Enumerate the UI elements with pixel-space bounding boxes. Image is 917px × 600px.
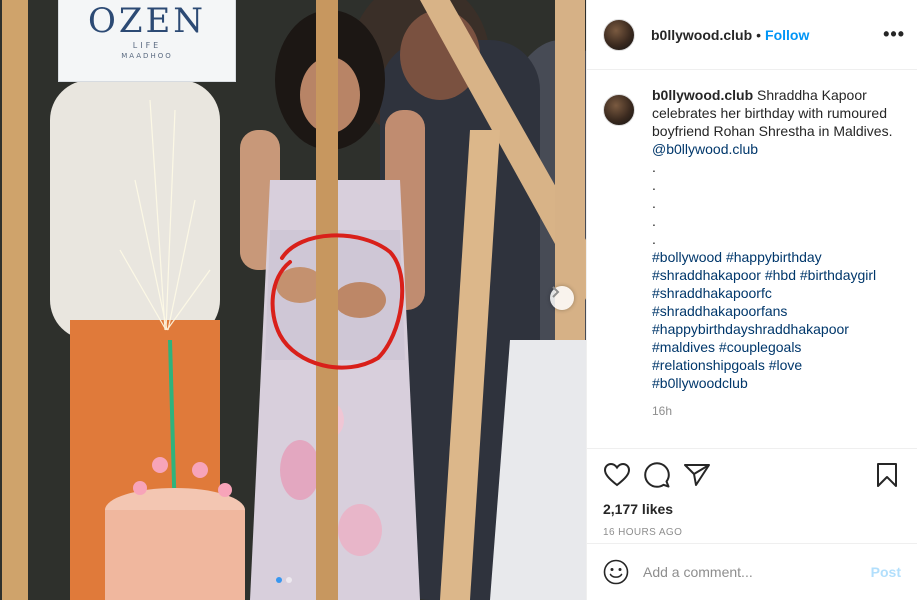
like-button[interactable] bbox=[597, 455, 637, 495]
hashtag-line[interactable]: #relationshipgoals #love bbox=[652, 356, 903, 374]
post-comment-button[interactable]: Post bbox=[871, 564, 901, 580]
comment-button[interactable] bbox=[637, 455, 677, 495]
caption-block: b0llywood.club Shraddha Kapoor celebrate… bbox=[603, 86, 903, 420]
caption-dot: . bbox=[652, 177, 656, 193]
hashtag-line[interactable]: #happybirthdayshraddhakapoor bbox=[652, 320, 903, 338]
sign-brand: OZEN bbox=[87, 1, 207, 41]
post-age[interactable]: 16 HOURS AGO bbox=[587, 527, 917, 538]
share-icon bbox=[684, 464, 710, 486]
hashtag-line[interactable]: #bollywood #happybirthday bbox=[652, 248, 903, 266]
comment-icon bbox=[644, 462, 670, 488]
caption-dot: . bbox=[652, 231, 656, 247]
caption-dot: . bbox=[652, 195, 656, 211]
chevron-right-icon bbox=[552, 286, 560, 298]
follow-button[interactable]: Follow bbox=[765, 27, 809, 43]
caption-username[interactable]: b0llywood.club bbox=[652, 87, 753, 103]
hashtag-line[interactable]: #maldives #couplegoals bbox=[652, 338, 903, 356]
bookmark-icon bbox=[877, 463, 897, 487]
save-button[interactable] bbox=[867, 455, 907, 495]
post-header: b0llywood.club • Follow ••• bbox=[587, 0, 917, 70]
carousel-dot bbox=[286, 577, 292, 583]
emoji-icon[interactable] bbox=[603, 559, 629, 585]
hashtag-line[interactable]: #shraddhakapoorfans bbox=[652, 302, 903, 320]
carousel-next-button[interactable] bbox=[550, 286, 574, 310]
comment-input[interactable] bbox=[643, 564, 871, 580]
photo-scene bbox=[0, 0, 586, 600]
caption: b0llywood.club Shraddha Kapoor celebrate… bbox=[652, 86, 903, 420]
ozen-sign: OZEN LIFE MAADHOO bbox=[58, 0, 236, 82]
action-icons bbox=[587, 449, 917, 501]
hashtag-line[interactable]: #b0llywoodclub bbox=[652, 374, 903, 392]
caption-dot: . bbox=[652, 213, 656, 229]
heart-icon bbox=[604, 463, 630, 487]
carousel-dots bbox=[276, 577, 292, 583]
caption-time[interactable]: 16h bbox=[652, 402, 903, 420]
post-panel: b0llywood.club • Follow ••• b0llywood.cl… bbox=[586, 0, 917, 600]
comment-bar: Post bbox=[587, 543, 917, 600]
header-separator: • bbox=[756, 26, 762, 43]
hashtag-line[interactable]: #shraddhakapoor #hbd #birthdaygirl bbox=[652, 266, 903, 284]
share-button[interactable] bbox=[677, 455, 717, 495]
instagram-post: OZEN LIFE MAADHOO b0llywood.club • Follo… bbox=[0, 0, 917, 600]
caption-dot: . bbox=[652, 159, 656, 175]
post-photo[interactable]: OZEN LIFE MAADHOO bbox=[0, 0, 586, 600]
sign-sub: LIFE bbox=[132, 41, 162, 50]
caption-mention[interactable]: @b0llywood.club bbox=[652, 140, 903, 158]
more-options-icon[interactable]: ••• bbox=[883, 24, 905, 45]
actions-section: 2,177 likes 16 HOURS AGO bbox=[587, 448, 917, 538]
carousel-dot-active bbox=[276, 577, 282, 583]
avatar[interactable] bbox=[603, 18, 635, 51]
header-username[interactable]: b0llywood.club bbox=[651, 27, 752, 43]
likes-count[interactable]: 2,177 likes bbox=[587, 501, 917, 517]
hashtag-line[interactable]: #shraddhakapoorfc bbox=[652, 284, 903, 302]
sign-sub2: MAADHOO bbox=[121, 52, 173, 60]
caption-avatar[interactable] bbox=[603, 94, 635, 126]
